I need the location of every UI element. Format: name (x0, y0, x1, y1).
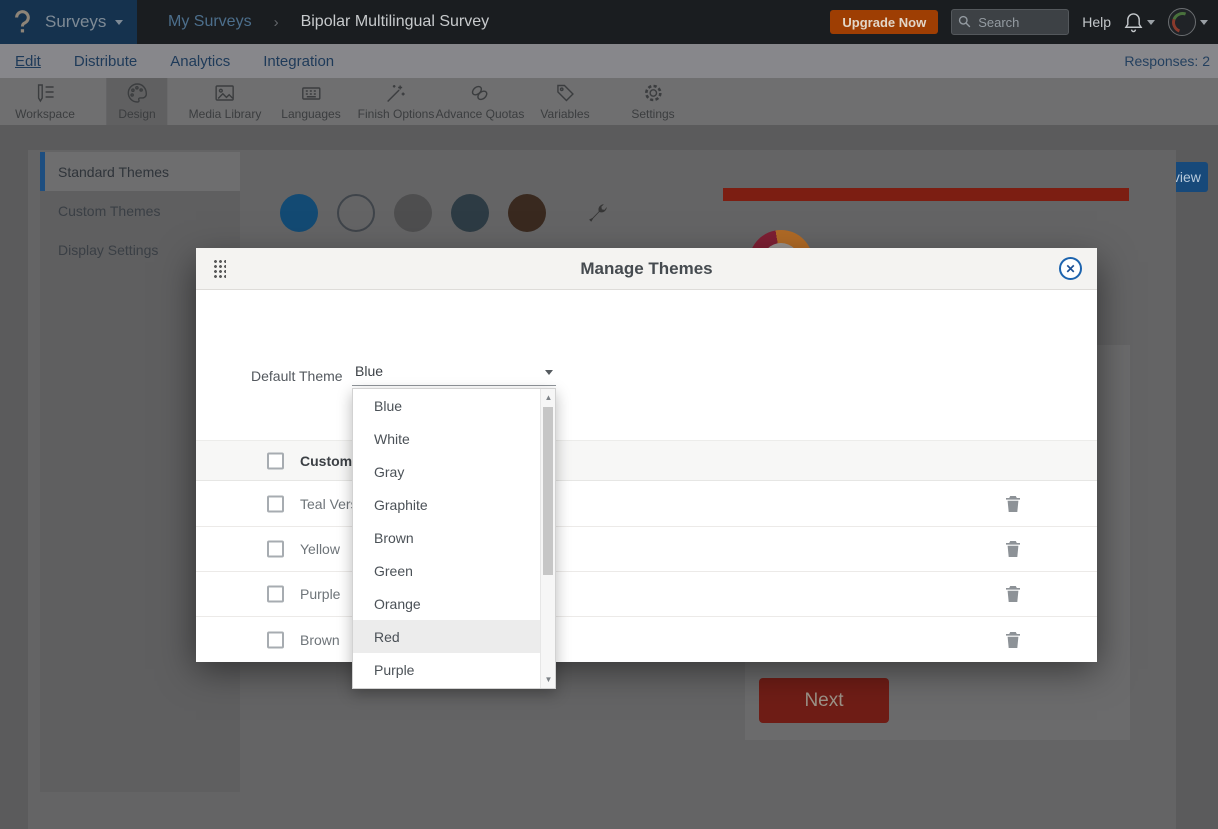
table-row: Teal Version (196, 482, 1097, 527)
table-row: Brown (196, 617, 1097, 662)
scroll-up-arrow-icon[interactable]: ▲ (541, 393, 556, 402)
dropdown-option-orange[interactable]: Orange (353, 587, 555, 620)
dropdown-option-purple[interactable]: Purple (353, 653, 555, 686)
chevron-down-icon (545, 370, 553, 375)
drag-handle[interactable] (213, 259, 226, 278)
dropdown-option-graphite[interactable]: Graphite (353, 488, 555, 521)
delete-theme-button[interactable] (1004, 494, 1022, 514)
row-checkbox[interactable] (267, 586, 284, 603)
dropdown-option-blue[interactable]: Blue (353, 389, 555, 422)
questionpro-app: Surveys My Surveys › Bipolar Multilingua… (0, 0, 1218, 829)
select-all-checkbox[interactable] (267, 452, 284, 469)
dropdown-option-red[interactable]: Red (353, 620, 555, 653)
theme-name: Brown (300, 632, 340, 648)
row-checkbox[interactable] (267, 631, 284, 648)
row-checkbox[interactable] (267, 496, 284, 513)
delete-theme-button[interactable] (1004, 539, 1022, 559)
table-row: Purple (196, 572, 1097, 617)
theme-name: Purple (300, 586, 340, 602)
scrollbar-thumb[interactable] (543, 407, 553, 575)
trash-icon (1006, 496, 1020, 512)
modal-body: Default Theme Blue Custom Themes Teal Ve… (196, 290, 1097, 655)
trash-icon (1006, 632, 1020, 648)
dropdown-option-brown[interactable]: Brown (353, 521, 555, 554)
default-theme-select[interactable]: Blue (352, 360, 556, 386)
dropdown-option-gray[interactable]: Gray (353, 455, 555, 488)
table-row: Yellow (196, 527, 1097, 572)
close-icon[interactable]: ✕ (1059, 257, 1082, 280)
default-theme-dropdown-list: Blue White Gray Graphite Brown Green Ora… (352, 388, 556, 689)
dropdown-option-white[interactable]: White (353, 422, 555, 455)
theme-name: Yellow (300, 541, 340, 557)
dropdown-option-green[interactable]: Green (353, 554, 555, 587)
delete-theme-button[interactable] (1004, 584, 1022, 604)
custom-themes-header-row: Custom Themes (196, 440, 1097, 481)
trash-icon (1006, 586, 1020, 602)
delete-theme-button[interactable] (1004, 630, 1022, 650)
selected-theme-value: Blue (355, 363, 383, 379)
row-checkbox[interactable] (267, 541, 284, 558)
dropdown-scrollbar[interactable]: ▲ ▼ (540, 389, 555, 688)
modal-title: Manage Themes (196, 248, 1097, 289)
manage-themes-modal: Manage Themes ✕ Default Theme Blue Custo… (196, 248, 1097, 655)
trash-icon (1006, 541, 1020, 557)
modal-header: Manage Themes ✕ (196, 248, 1097, 290)
default-theme-label: Default Theme (251, 368, 343, 384)
scroll-down-arrow-icon[interactable]: ▼ (541, 675, 556, 684)
